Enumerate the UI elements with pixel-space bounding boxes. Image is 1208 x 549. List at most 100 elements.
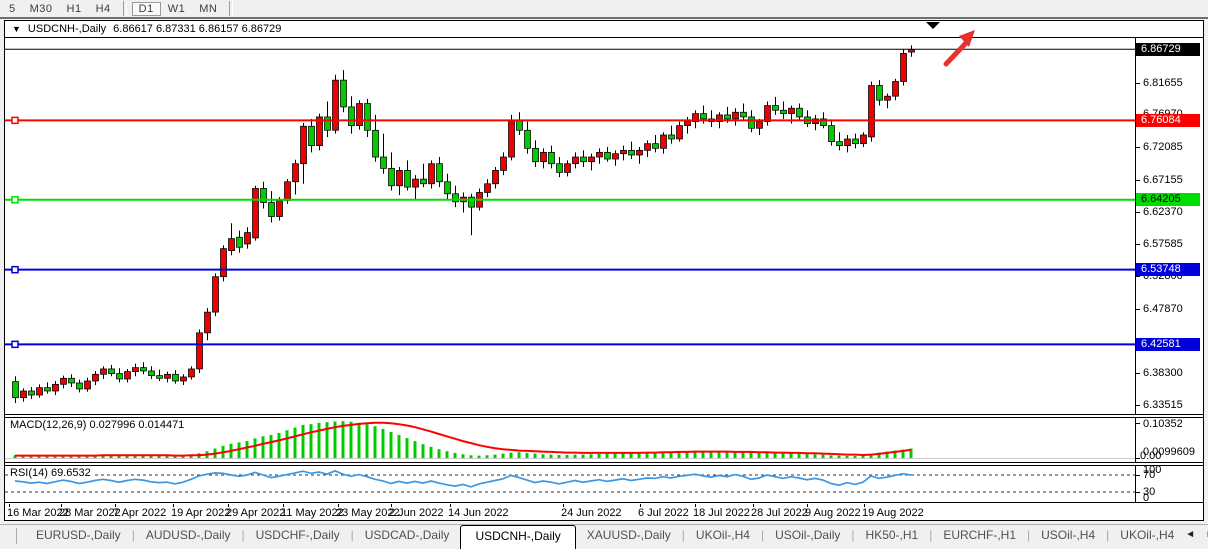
timeframe-button-h1[interactable]: H1	[60, 2, 89, 16]
date-label: 29 Apr 2022	[226, 507, 285, 519]
macd-histogram-bar	[438, 449, 441, 458]
chart-dropdown-icon[interactable]: ▼	[12, 24, 21, 34]
bear-candle	[517, 120, 523, 130]
date-label: 28 Mar 2022	[59, 507, 121, 519]
bull-candle	[37, 388, 43, 395]
price-axis[interactable]: 6.816556.769706.720856.671556.623706.575…	[1135, 38, 1203, 414]
tab-scroll-left-icon[interactable]: ◄	[1185, 529, 1195, 540]
macd-histogram-bar	[750, 453, 753, 458]
timeframe-button-h4[interactable]: H4	[89, 2, 118, 16]
bear-candle	[581, 157, 587, 162]
tab-audusd-daily[interactable]: AUDUSD-,Daily	[135, 525, 242, 549]
bull-candle	[541, 152, 547, 161]
macd-histogram-bar	[806, 454, 809, 458]
macd-histogram-bar	[446, 451, 449, 458]
price-label-6.57585: 6.57585	[1143, 238, 1183, 250]
rsi-label: RSI(14) 69.6532	[8, 467, 93, 479]
bull-candle	[597, 152, 603, 157]
axis-tick	[1136, 492, 1140, 493]
bull-candle	[869, 85, 875, 136]
timeframe-button-5[interactable]: 5	[2, 2, 23, 16]
tab-usdchf-daily[interactable]: USDCHF-,Daily	[245, 525, 351, 549]
tab-ukoil-h4[interactable]: UKOil-,H4	[1109, 525, 1185, 549]
macd-histogram-bar	[814, 454, 817, 458]
price-label-6.81655: 6.81655	[1143, 77, 1183, 89]
timeframe-button-d1[interactable]: D1	[132, 2, 161, 16]
bear-candle	[725, 115, 731, 119]
date-label: 24 Jun 2022	[561, 507, 622, 519]
bull-candle	[885, 96, 891, 100]
price-label-6.67155: 6.67155	[1143, 174, 1183, 186]
price-label-6.33515: 6.33515	[1143, 399, 1183, 411]
rsi-pane-row: RSI(14) 69.6532 10070300	[5, 466, 1203, 502]
bull-candle	[293, 164, 299, 182]
candlestick-series	[13, 45, 915, 403]
bull-candle	[85, 381, 91, 389]
bear-candle	[469, 197, 475, 207]
bear-candle	[381, 157, 387, 168]
bull-candle	[333, 80, 339, 130]
bull-candle	[413, 179, 419, 187]
bull-candle	[301, 126, 307, 163]
macd-histogram-bar	[726, 452, 729, 458]
tab-eurusd-daily[interactable]: EURUSD-,Daily	[25, 525, 132, 549]
tab-usdcad-daily[interactable]: USDCAD-,Daily	[354, 525, 461, 549]
bear-candle	[669, 135, 675, 139]
candlestick-plot[interactable]	[5, 38, 1135, 414]
time-axis[interactable]: 16 Mar 202228 Mar 20227 Apr 202219 Apr 2…	[5, 504, 1203, 520]
bear-candle	[341, 80, 347, 107]
bull-candle	[253, 188, 259, 237]
timeframe-button-mn[interactable]: MN	[192, 2, 224, 16]
macd-histogram-bar	[526, 453, 529, 458]
tab-ukoil-h4[interactable]: UKOil-,H4	[685, 525, 761, 549]
bull-candle	[93, 374, 99, 381]
bear-candle	[13, 382, 19, 398]
rsi-plot[interactable]	[5, 466, 1135, 502]
hline-anchor	[12, 117, 18, 123]
macd-histogram-bar	[326, 422, 329, 458]
timeframe-button-w1[interactable]: W1	[161, 2, 193, 16]
tab-hk50-h1[interactable]: HK50-,H1	[855, 525, 930, 549]
macd-axis: 0.103520.00996090.00	[1135, 418, 1203, 462]
macd-histogram-bar	[478, 456, 481, 458]
tab-eurchf-h1[interactable]: EURCHF-,H1	[932, 525, 1027, 549]
rsi-axis: 10070300	[1135, 466, 1203, 502]
tab-scroll-controls: ◄ ►	[1185, 525, 1208, 540]
tab-usdcnh-daily[interactable]: USDCNH-,Daily	[460, 525, 575, 549]
bull-candle	[133, 368, 139, 372]
tab-usoil-daily[interactable]: USOil-,Daily	[764, 525, 851, 549]
tab-usoil-h4[interactable]: USOil-,H4	[1030, 525, 1106, 549]
macd-histogram-bar	[278, 433, 281, 458]
macd-histogram-bar	[790, 453, 793, 458]
bear-candle	[533, 148, 539, 161]
bull-candle	[245, 233, 251, 244]
bull-candle	[757, 122, 763, 129]
macd-histogram-bar	[318, 423, 321, 458]
price-flag-6.53748: 6.53748	[1136, 263, 1200, 276]
bull-candle	[501, 157, 507, 170]
bull-candle	[229, 239, 235, 251]
chart-title: USDCNH-,Daily	[28, 23, 106, 35]
bull-candle	[685, 122, 691, 126]
macd-histogram-bar	[406, 438, 409, 458]
bear-candle	[29, 391, 35, 395]
bull-candle	[213, 277, 219, 312]
macd-histogram-bar	[614, 454, 617, 458]
timeframe-toolbar: 5M30H1H4 D1W1MN	[0, 0, 1208, 17]
bear-candle	[605, 152, 611, 159]
bear-candle	[349, 107, 355, 126]
bear-candle	[325, 117, 331, 130]
bear-candle	[701, 114, 707, 119]
bull-candle	[221, 249, 227, 277]
timeframe-button-m30[interactable]: M30	[23, 2, 60, 16]
bear-candle	[525, 130, 531, 148]
price-flag-6.86729: 6.86729	[1136, 43, 1200, 56]
tab-xauusd-daily[interactable]: XAUUSD-,Daily	[576, 525, 682, 549]
macd-histogram-bar	[286, 430, 289, 458]
bear-candle	[69, 378, 75, 383]
bull-candle	[189, 369, 195, 377]
macd-histogram-bar	[542, 454, 545, 458]
bull-candle	[661, 135, 667, 148]
bull-candle	[285, 182, 291, 201]
date-label: 2 Jun 2022	[389, 507, 443, 519]
